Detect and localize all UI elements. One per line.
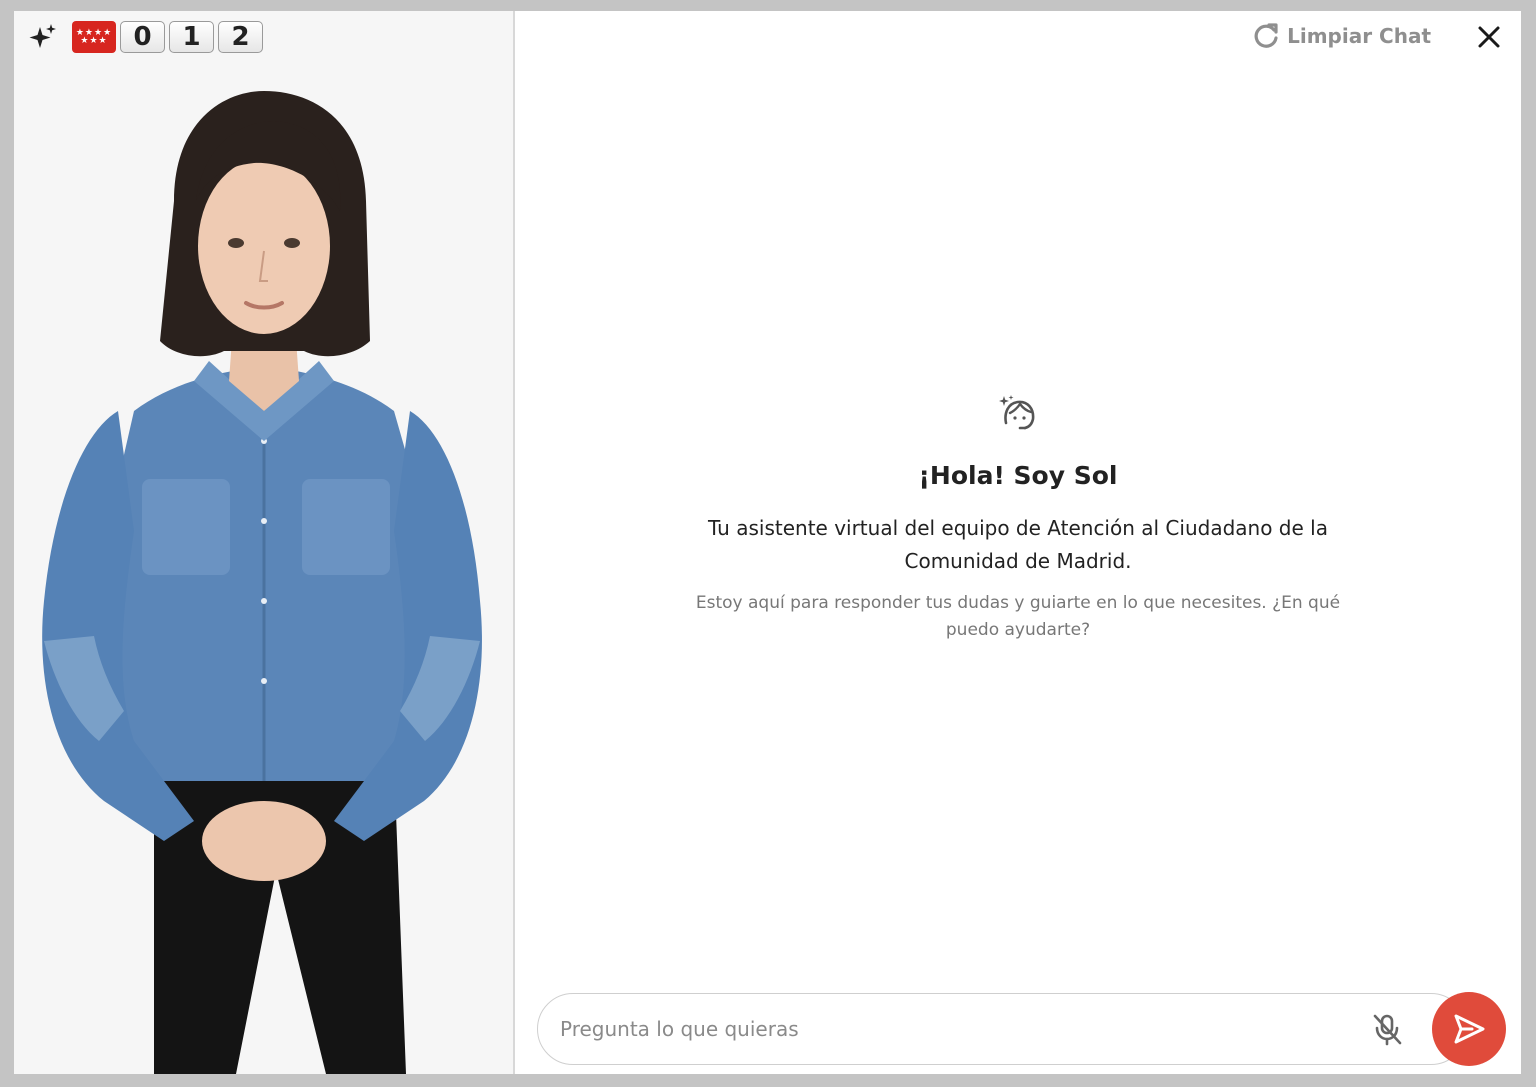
send-button[interactable] [1432,992,1506,1066]
welcome-section: ¡Hola! Soy Sol Tu asistente virtual del … [515,393,1521,644]
clear-chat-label: Limpiar Chat [1287,24,1431,48]
chat-composer [537,993,1467,1065]
welcome-hint: Estoy aquí para responder tus dudas y gu… [695,593,1341,640]
refresh-icon [1254,23,1278,48]
madrid-flag-icon: ★★★★ ★★★ [72,21,116,53]
avatar-image [42,91,482,1074]
avatar-panel: ★★★★ ★★★ 0 1 2 [14,11,515,1074]
flag-stars: ★★★★ ★★★ [75,28,113,46]
assistant-window: ★★★★ ★★★ 0 1 2 Limpiar Chat ¡Hola! Soy S… [14,11,1521,1074]
sparkle-icon [29,24,56,48]
welcome-title: ¡Hola! Soy Sol [918,461,1118,490]
chat-panel: Limpiar Chat ¡Hola! Soy Sol Tu asistente… [515,11,1521,1074]
brand-digit-2: 2 [218,21,263,53]
send-icon [1454,1014,1485,1044]
agent-headset-icon [999,395,1035,430]
brand-header: ★★★★ ★★★ 0 1 2 [28,21,263,53]
chat-input[interactable] [560,1017,1368,1041]
brand-digit-1: 1 [169,21,214,53]
brand-digit-0: 0 [120,21,165,53]
clear-chat-button[interactable]: Limpiar Chat [1251,21,1431,51]
mic-off-icon[interactable] [1368,1010,1406,1048]
close-icon[interactable] [1475,23,1503,51]
welcome-subtitle: Tu asistente virtual del equipo de Atenc… [708,516,1328,573]
